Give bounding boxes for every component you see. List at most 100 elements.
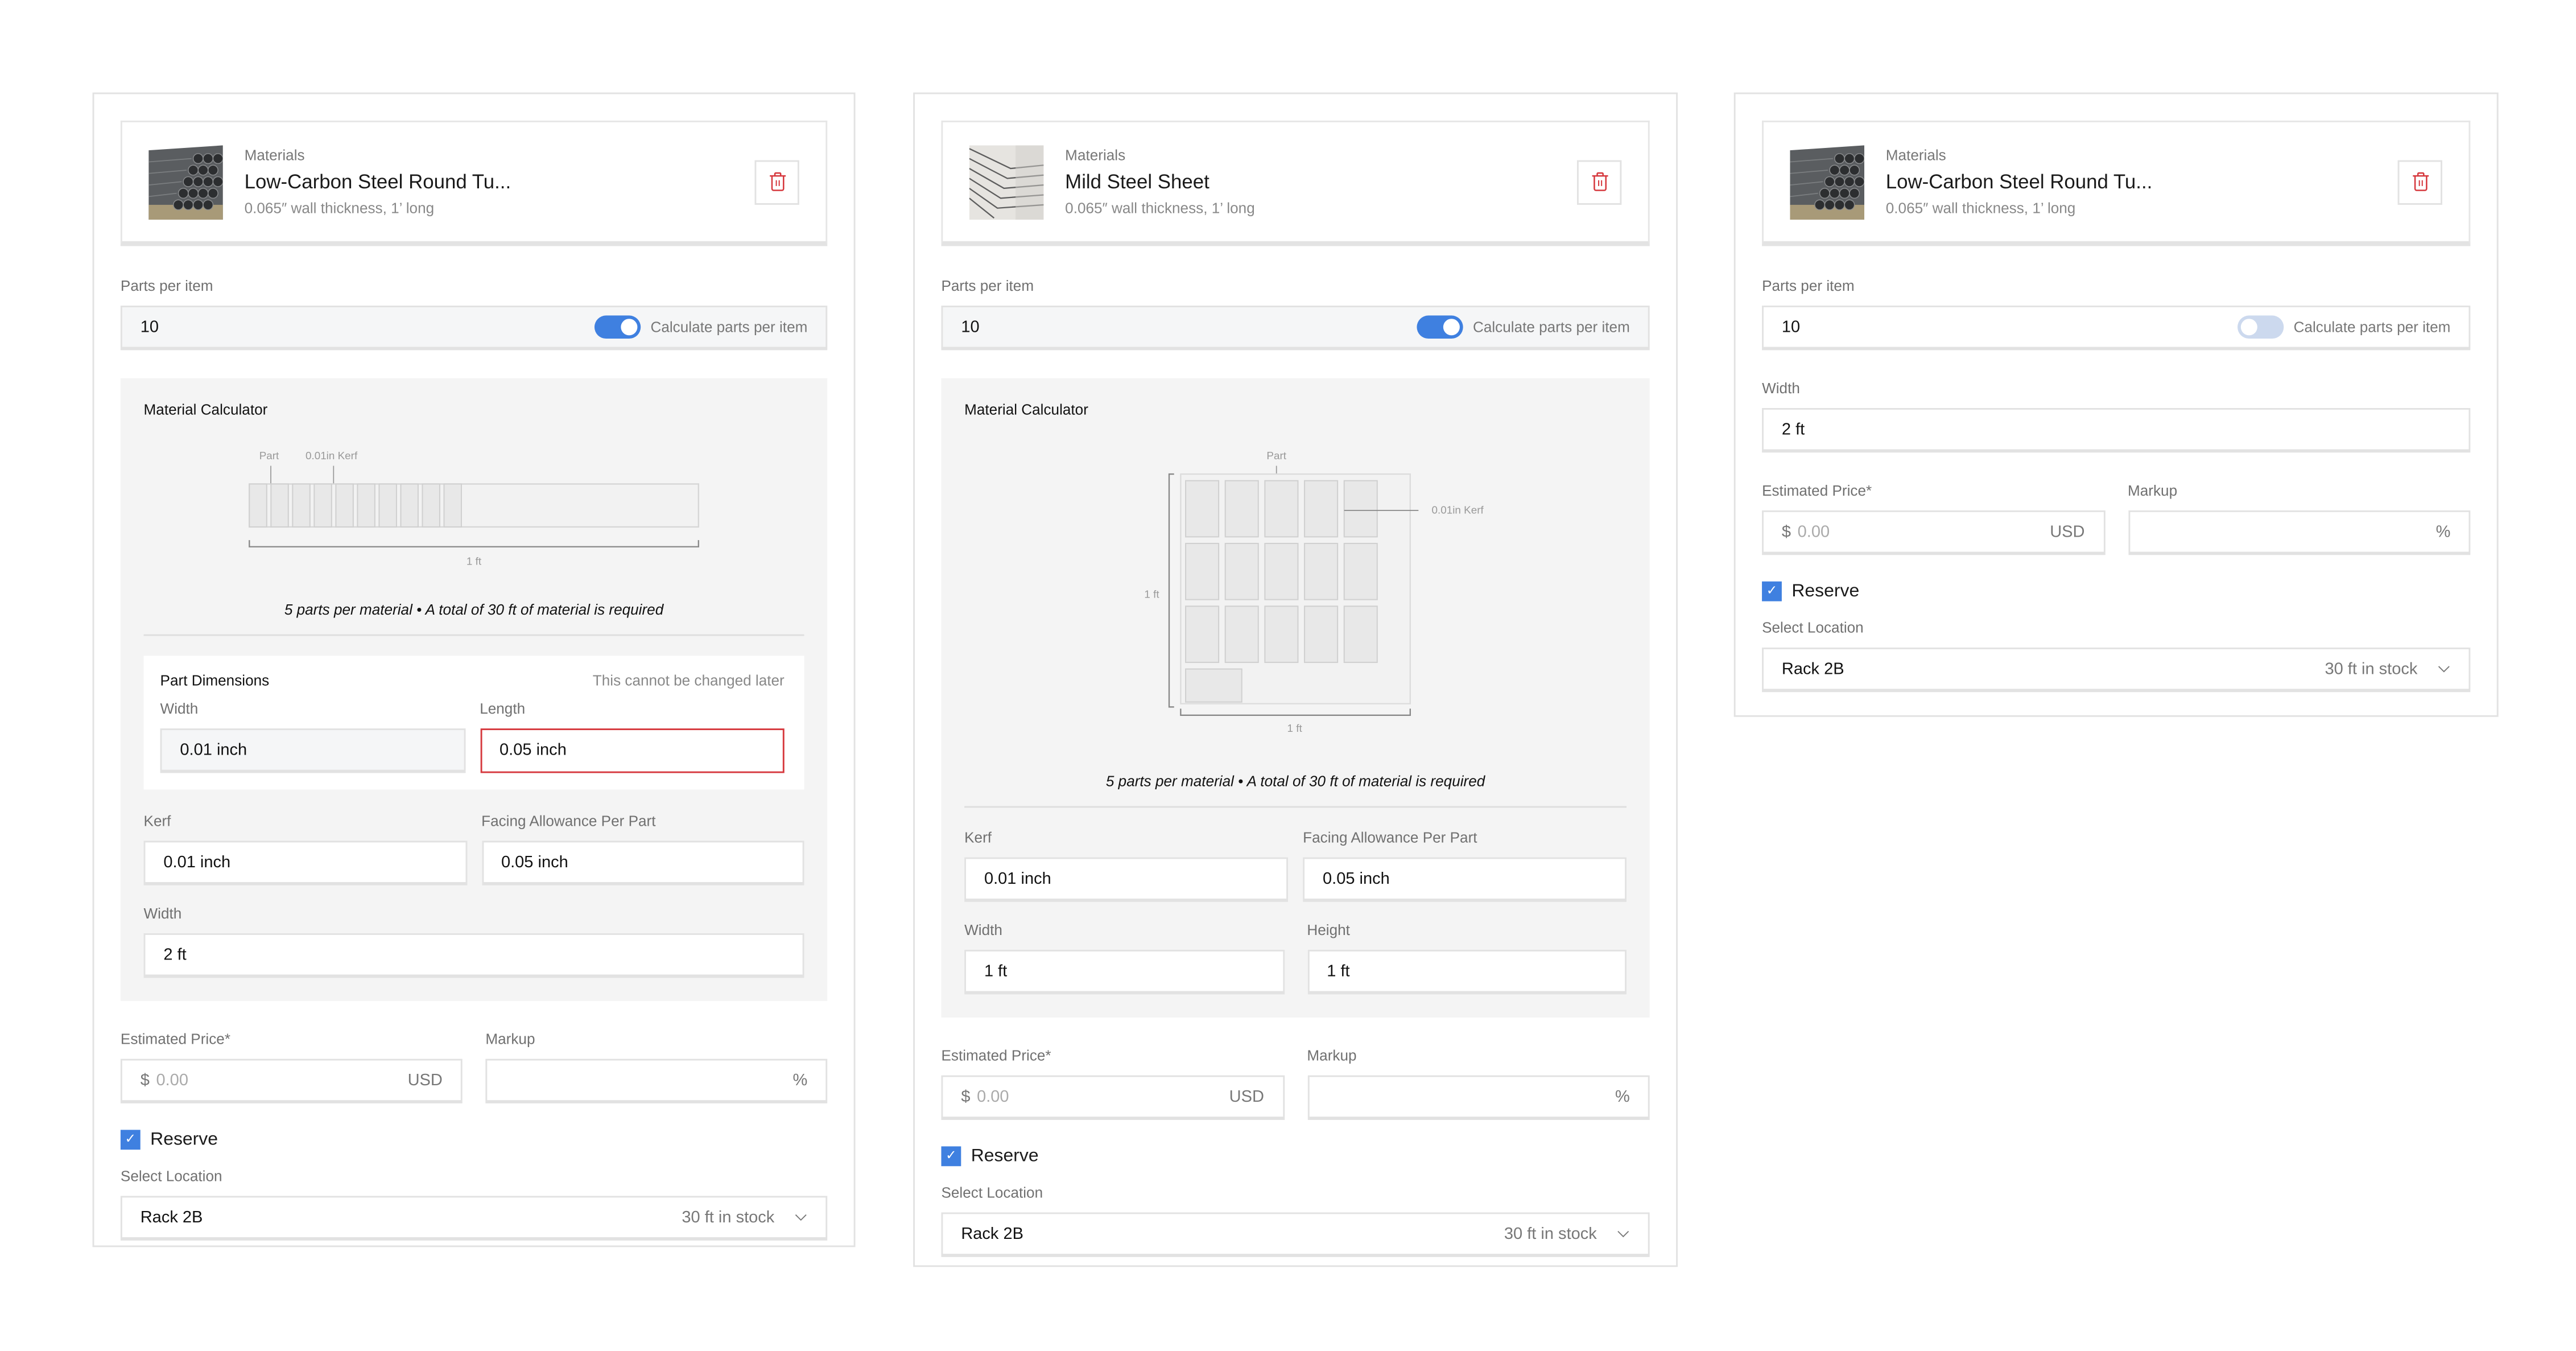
markup-input[interactable]: % [485,1058,828,1103]
parts-per-item-input[interactable]: 10 Calculate parts per item [1762,305,2471,351]
divider [143,634,804,636]
kerf-field-label: Kerf [964,829,992,846]
part-rect [1304,480,1339,538]
part-segment [313,483,332,528]
part-rect [1343,542,1378,600]
calculate-parts-toggle[interactable] [594,315,641,339]
material-card-2: Materials Mild Steel Sheet 0.065″ wall t… [913,92,1678,1267]
part-segment [249,483,267,528]
reserve-checkbox[interactable]: ✓ [941,1146,961,1167]
facing-allowance-input[interactable]: 0.05 inch [1303,857,1627,902]
reserve-checkbox[interactable]: ✓ [1762,581,1782,602]
part-rect [1264,606,1299,663]
part-rect [1185,606,1220,663]
chevron-down-icon [794,1211,807,1224]
part-segment [357,483,375,528]
markup-label: Markup [485,1031,535,1048]
part-rect [1264,542,1299,600]
markup-input[interactable]: % [2128,510,2471,555]
facing-allowance-label: Facing Allowance Per Part [481,813,656,830]
sheet-width-input[interactable]: 1 ft [964,949,1284,995]
parts-per-item-label: Parts per item [120,277,213,294]
material-category: Materials [1885,146,1946,163]
reserve-checkbox[interactable]: ✓ [120,1130,141,1150]
currency-code: USD [407,1071,443,1090]
calculator-summary: 5 parts per material • A total of 30 ft … [284,601,664,618]
part-segment [335,483,354,528]
part-width-input[interactable]: 0.01 inch [160,728,465,773]
kerf-label: 0.01in Kerf [1432,504,1484,516]
part-dimensions: Part Dimensions This cannot be changed l… [143,656,804,790]
divider [964,806,1627,808]
material-title: Low-Carbon Steel Round Tu... [1885,169,2153,193]
width-label: 1 ft [1287,722,1303,734]
part-rect [1224,480,1259,538]
toggle-knob [621,319,638,336]
percent-unit: % [1615,1088,1630,1106]
reserve-checkbox-row[interactable]: ✓ Reserve [1762,581,2470,602]
reserve-label: Reserve [150,1130,218,1150]
kerf-input[interactable]: 0.01 inch [143,841,467,885]
kerf-input[interactable]: 0.01 inch [964,857,1289,902]
parts-per-item-value: 10 [1781,318,1801,336]
stock-width-input[interactable]: 2 ft [143,933,804,978]
location-value: Rack 2B [140,1208,203,1227]
estimated-price-input[interactable]: $ 0.00 USD [120,1058,463,1103]
estimated-price-input[interactable]: $ 0.00 USD [1762,510,2105,555]
facing-allowance-input[interactable]: 0.05 inch [481,841,804,885]
stock-amount: 30 ft in stock [682,1208,775,1227]
part-rect [1185,480,1220,538]
material-header: Materials Low-Carbon Steel Round Tu... 0… [120,120,828,246]
currency-code: USD [2050,522,2085,541]
part-rect [1264,480,1299,538]
part-rect [1343,606,1378,663]
part-rect [1224,606,1259,663]
sheet-height-input[interactable]: 1 ft [1307,949,1627,995]
linear-cut-diagram: Part 0.01in Kerf 1 ft [249,450,699,567]
currency-symbol: $ [1781,522,1791,541]
kerf-label: 0.01in Kerf [306,450,358,462]
part-length-input[interactable]: 0.05 inch [480,728,785,773]
material-card-1: Materials Low-Carbon Steel Round Tu... 0… [92,92,856,1247]
estimated-price-input[interactable]: $ 0.00 USD [941,1075,1284,1120]
chevron-down-icon [2437,662,2450,676]
width-label: Width [1762,380,1800,397]
height-label: 1 ft [1144,588,1159,600]
stock-width-value: 2 ft [163,945,187,964]
markup-label: Markup [1307,1047,1357,1064]
reserve-label: Reserve [971,1146,1039,1167]
steel-tubes-thumbnail [148,145,223,219]
kerf-value: 0.01 inch [163,853,231,872]
delete-button[interactable] [1576,159,1622,204]
reserve-checkbox-row[interactable]: ✓ Reserve [120,1130,827,1150]
kerf-value: 0.01 inch [984,870,1051,888]
toggle-knob [2240,319,2257,336]
location-select[interactable]: Rack 2B 30 ft in stock [1762,647,2471,693]
height-dimension [1168,473,1174,708]
width-input[interactable]: 2 ft [1762,407,2471,453]
location-select[interactable]: Rack 2B 30 ft in stock [120,1196,828,1241]
part-dimensions-title: Part Dimensions [160,672,270,689]
part-rect [1185,542,1220,600]
stock-amount: 30 ft in stock [1504,1225,1597,1243]
calculator-title: Material Calculator [143,401,268,418]
part-label: Part [259,450,279,462]
material-category: Materials [244,146,305,163]
delete-button[interactable] [2397,159,2442,204]
delete-button[interactable] [754,159,799,204]
markup-input[interactable]: % [1307,1075,1650,1120]
calculate-parts-toggle[interactable] [2237,315,2284,339]
steel-sheet-thumbnail [969,145,1044,219]
location-select[interactable]: Rack 2B 30 ft in stock [941,1212,1650,1257]
reserve-checkbox-row[interactable]: ✓ Reserve [941,1146,1649,1167]
width-dimension [1180,709,1411,716]
material-subtitle: 0.065″ wall thickness, 1’ long [1065,199,1255,216]
parts-per-item-input[interactable]: 10 Calculate parts per item [941,305,1650,351]
material-header: Materials Mild Steel Sheet 0.065″ wall t… [941,120,1650,246]
part-segment [378,483,397,528]
parts-per-item-input[interactable]: 10 Calculate parts per item [120,305,828,351]
calculator-summary: 5 parts per material • A total of 30 ft … [1105,773,1485,790]
sheet-width-label: Width [964,921,1002,938]
calculate-parts-toggle[interactable] [1417,315,1463,339]
material-calculator: Material Calculator Part 0.01in Kerf 1 f… [941,378,1650,1018]
